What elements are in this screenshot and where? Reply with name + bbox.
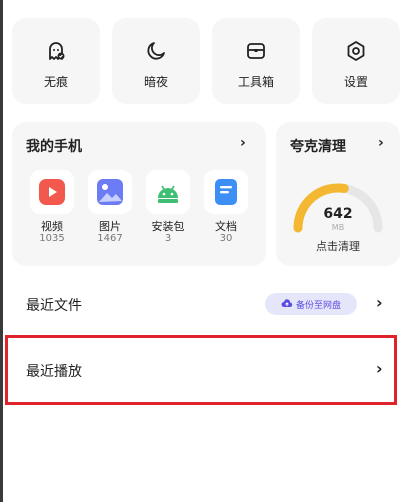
cleaner-card[interactable]: 夸克清理 › 642 MB 点击清理 <box>276 122 400 266</box>
app-label: 图片 <box>99 220 121 233</box>
toolbox-icon <box>247 43 265 59</box>
video-icon <box>39 179 65 205</box>
chevron-right-icon[interactable]: › <box>240 135 246 151</box>
my-phone-title: 我的手机 <box>26 139 82 155</box>
app-count: 1035 <box>39 233 65 244</box>
clean-button[interactable]: 点击清理 <box>276 238 400 254</box>
highlight-box <box>5 335 397 405</box>
recent-files-title: 最近文件 <box>26 298 82 314</box>
moon-icon <box>147 42 165 60</box>
app-label: 安装包 <box>151 220 185 233</box>
quick-tile-label: 设置 <box>343 75 368 89</box>
my-phone-card[interactable]: 我的手机 › 视频 1035 图片 1467 安装包 3 文档 30 <box>12 122 266 266</box>
cloud-upload-icon <box>281 299 293 307</box>
app-label: 文档 <box>215 220 237 233</box>
cleaner-unit: MB <box>331 223 345 232</box>
app-count: 3 <box>164 233 172 244</box>
backup-label: 备份至网盘 <box>295 300 341 311</box>
cleaner-value: 642 <box>323 206 353 222</box>
quick-tile-settings[interactable]: 设置 <box>312 18 400 104</box>
app-documents[interactable]: 文档 30 <box>198 170 254 245</box>
quick-tile-incognito[interactable]: 无痕 <box>12 18 100 104</box>
image-icon <box>97 179 123 205</box>
document-icon <box>215 179 237 205</box>
quick-tile-label: 暗夜 <box>143 75 168 89</box>
app-packages[interactable]: 安装包 3 <box>140 170 196 245</box>
backup-to-cloud-button[interactable]: 备份至网盘 <box>265 293 357 315</box>
left-edge <box>0 0 3 502</box>
app-count: 30 <box>219 233 233 244</box>
app-images[interactable]: 图片 1467 <box>82 170 138 245</box>
ghost-icon <box>49 42 65 60</box>
quick-tile-night[interactable]: 暗夜 <box>112 18 200 104</box>
app-count: 1467 <box>97 233 123 244</box>
chevron-right-icon[interactable]: › <box>376 293 383 312</box>
quick-tile-toolbox[interactable]: 工具箱 <box>212 18 300 104</box>
app-video[interactable]: 视频 1035 <box>24 170 80 245</box>
android-icon <box>158 185 178 203</box>
cleaner-title: 夸克清理 <box>290 139 346 155</box>
quick-tile-label: 工具箱 <box>237 75 274 89</box>
gear-icon <box>347 41 365 61</box>
quick-tile-label: 无痕 <box>43 75 68 89</box>
app-label: 视频 <box>41 220 63 233</box>
chevron-right-icon[interactable]: › <box>378 135 384 151</box>
